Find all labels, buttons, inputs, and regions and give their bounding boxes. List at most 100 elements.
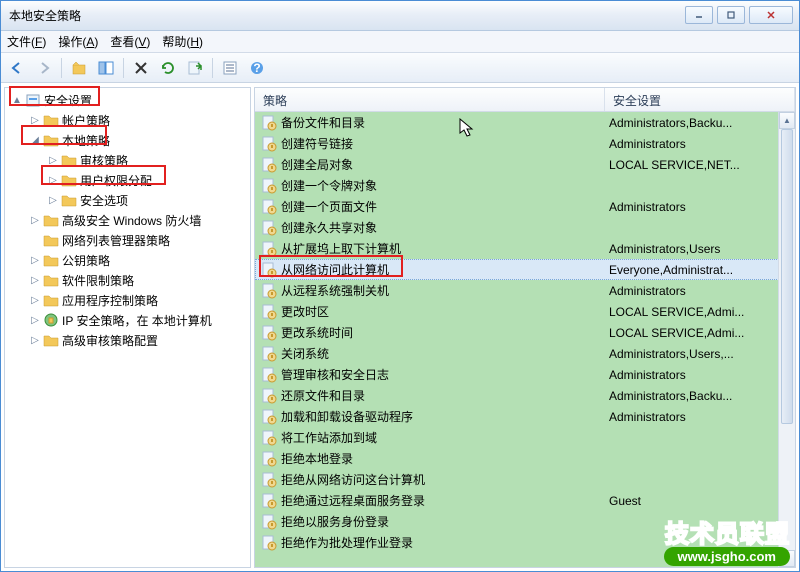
policy-name: 将工作站添加到域 bbox=[281, 429, 609, 446]
content-area: ▲安全设置▷帐户策略◢本地策略▷审核策略▷用户权限分配▷安全选项▷高级安全 Wi… bbox=[1, 83, 799, 571]
policy-row[interactable]: 拒绝作为批处理作业登录 bbox=[255, 532, 795, 553]
tree-toggle-icon[interactable]: ▷ bbox=[45, 175, 61, 186]
policy-icon bbox=[261, 388, 277, 404]
refresh-button[interactable] bbox=[156, 56, 180, 80]
policy-row[interactable]: 从网络访问此计算机Everyone,Administrat... bbox=[255, 259, 795, 280]
delete-button[interactable] bbox=[129, 56, 153, 80]
policy-row[interactable]: 拒绝通过远程桌面服务登录Guest bbox=[255, 490, 795, 511]
policy-icon bbox=[261, 409, 277, 425]
policy-icon bbox=[261, 262, 277, 278]
policy-row[interactable]: 从扩展坞上取下计算机Administrators,Users bbox=[255, 238, 795, 259]
minimize-button[interactable] bbox=[685, 6, 713, 24]
policy-setting: Administrators,Users bbox=[609, 242, 795, 256]
tree-pane[interactable]: ▲安全设置▷帐户策略◢本地策略▷审核策略▷用户权限分配▷安全选项▷高级安全 Wi… bbox=[4, 87, 251, 568]
tree-toggle-icon[interactable]: ▲ bbox=[9, 95, 25, 106]
tree-item[interactable]: ◢ 本地策略 bbox=[5, 130, 250, 150]
back-button[interactable] bbox=[5, 56, 29, 80]
policy-row[interactable]: 加载和卸载设备驱动程序Administrators bbox=[255, 406, 795, 427]
policy-icon bbox=[261, 220, 277, 236]
tree-toggle-icon[interactable]: ▷ bbox=[27, 115, 43, 126]
policy-row[interactable]: 拒绝本地登录 bbox=[255, 448, 795, 469]
tree-toggle-icon[interactable]: ▷ bbox=[45, 195, 61, 206]
tree-item[interactable]: ▷应用程序控制策略 bbox=[5, 290, 250, 310]
folder-icon bbox=[43, 312, 59, 328]
policy-row[interactable]: 创建符号链接Administrators bbox=[255, 133, 795, 154]
policy-icon bbox=[261, 514, 277, 530]
app-window: 本地安全策略 文件(F)操作(A)查看(V)帮助(H) ? ▲安全设置▷帐户策略… bbox=[0, 0, 800, 572]
policy-row[interactable]: 创建全局对象LOCAL SERVICE,NET... bbox=[255, 154, 795, 175]
tree-toggle-icon[interactable]: ▷ bbox=[27, 215, 43, 226]
tree-item-label: 高级审核策略配置 bbox=[62, 332, 162, 349]
tree-item[interactable]: ▷ IP 安全策略，在 本地计算机 bbox=[5, 310, 250, 330]
tree-item[interactable]: ▷ 软件限制策略 bbox=[5, 270, 250, 290]
export-list-button[interactable] bbox=[183, 56, 207, 80]
policy-setting: Administrators bbox=[609, 368, 795, 382]
vertical-scrollbar[interactable]: ▲ ▼ bbox=[778, 112, 795, 567]
policy-name: 关闭系统 bbox=[281, 345, 609, 362]
policy-icon bbox=[261, 241, 277, 257]
tree-toggle-icon[interactable]: ▷ bbox=[27, 335, 43, 346]
list-body[interactable]: 备份文件和目录Administrators,Backu...创建符号链接Admi… bbox=[255, 112, 795, 567]
tree-item[interactable]: ▷ 帐户策略 bbox=[5, 110, 250, 130]
tree-item-label: 审核策略 bbox=[80, 152, 132, 169]
policy-row[interactable]: 还原文件和目录Administrators,Backu... bbox=[255, 385, 795, 406]
tree-item[interactable]: ▷ 高级审核策略配置 bbox=[5, 330, 250, 350]
policy-name: 加载和卸载设备驱动程序 bbox=[281, 408, 609, 425]
policy-row[interactable]: 更改时区LOCAL SERVICE,Admi... bbox=[255, 301, 795, 322]
help-button[interactable]: ? bbox=[245, 56, 269, 80]
tree-toggle-icon[interactable]: ◢ bbox=[27, 135, 43, 146]
tree-item[interactable]: ▷安全选项 bbox=[5, 190, 250, 210]
tree-toggle-icon[interactable]: ▷ bbox=[27, 295, 43, 306]
tree-item[interactable]: ▷ 高级安全 Windows 防火墙 bbox=[5, 210, 250, 230]
policy-row[interactable]: 关闭系统Administrators,Users,... bbox=[255, 343, 795, 364]
policy-row[interactable]: 创建永久共享对象 bbox=[255, 217, 795, 238]
policy-row[interactable]: 创建一个页面文件Administrators bbox=[255, 196, 795, 217]
tree-toggle-icon[interactable]: ▷ bbox=[27, 315, 43, 326]
tree-item[interactable]: 网络列表管理器策略 bbox=[5, 230, 250, 250]
menu-f[interactable]: 文件(F) bbox=[7, 33, 46, 50]
policy-setting: Administrators,Backu... bbox=[609, 389, 795, 403]
scroll-up-button[interactable]: ▲ bbox=[779, 112, 795, 129]
tree-item[interactable]: ▷用户权限分配 bbox=[5, 170, 250, 190]
policy-row[interactable]: 拒绝以服务身份登录 bbox=[255, 511, 795, 532]
properties-button[interactable] bbox=[218, 56, 242, 80]
tree-item-label: 软件限制策略 bbox=[62, 272, 138, 289]
maximize-button[interactable] bbox=[717, 6, 745, 24]
tree-item[interactable]: ▷公钥策略 bbox=[5, 250, 250, 270]
menu-a[interactable]: 操作(A) bbox=[58, 33, 98, 50]
policy-setting: Administrators,Users,... bbox=[609, 347, 795, 361]
policy-name: 更改系统时间 bbox=[281, 324, 609, 341]
policy-row[interactable]: 管理审核和安全日志Administrators bbox=[255, 364, 795, 385]
tree-item[interactable]: ▷ 审核策略 bbox=[5, 150, 250, 170]
policy-row[interactable]: 拒绝从网络访问这台计算机 bbox=[255, 469, 795, 490]
tree-item-label: 高级安全 Windows 防火墙 bbox=[62, 212, 205, 229]
policy-row[interactable]: 更改系统时间LOCAL SERVICE,Admi... bbox=[255, 322, 795, 343]
folder-icon bbox=[61, 192, 77, 208]
column-header-policy[interactable]: 策略 bbox=[255, 88, 605, 111]
tree-item-label: 本地策略 bbox=[62, 132, 114, 149]
menu-h[interactable]: 帮助(H) bbox=[162, 33, 203, 50]
tree-toggle-icon[interactable]: ▷ bbox=[45, 155, 61, 166]
folder-icon bbox=[43, 252, 59, 268]
forward-button[interactable] bbox=[32, 56, 56, 80]
policy-row[interactable]: 创建一个令牌对象 bbox=[255, 175, 795, 196]
up-level-button[interactable] bbox=[67, 56, 91, 80]
column-header-setting[interactable]: 安全设置 bbox=[605, 88, 795, 111]
show-hide-tree-button[interactable] bbox=[94, 56, 118, 80]
folder-icon bbox=[61, 172, 77, 188]
titlebar[interactable]: 本地安全策略 bbox=[1, 1, 799, 31]
tree-toggle-icon[interactable]: ▷ bbox=[27, 255, 43, 266]
policy-row[interactable]: 从远程系统强制关机Administrators bbox=[255, 280, 795, 301]
policy-row[interactable]: 备份文件和目录Administrators,Backu... bbox=[255, 112, 795, 133]
toolbar-separator bbox=[61, 58, 62, 78]
close-button[interactable] bbox=[749, 6, 793, 24]
tree-item-label: IP 安全策略，在 本地计算机 bbox=[62, 312, 216, 329]
scroll-thumb[interactable] bbox=[781, 129, 793, 424]
scroll-track[interactable] bbox=[779, 129, 795, 550]
menu-v[interactable]: 查看(V) bbox=[110, 33, 150, 50]
tree-toggle-icon[interactable]: ▷ bbox=[27, 275, 43, 286]
policy-row[interactable]: 将工作站添加到域 bbox=[255, 427, 795, 448]
scroll-down-button[interactable]: ▼ bbox=[779, 550, 795, 567]
tree-item-label: 帐户策略 bbox=[62, 112, 114, 129]
tree-item[interactable]: ▲安全设置 bbox=[5, 90, 250, 110]
